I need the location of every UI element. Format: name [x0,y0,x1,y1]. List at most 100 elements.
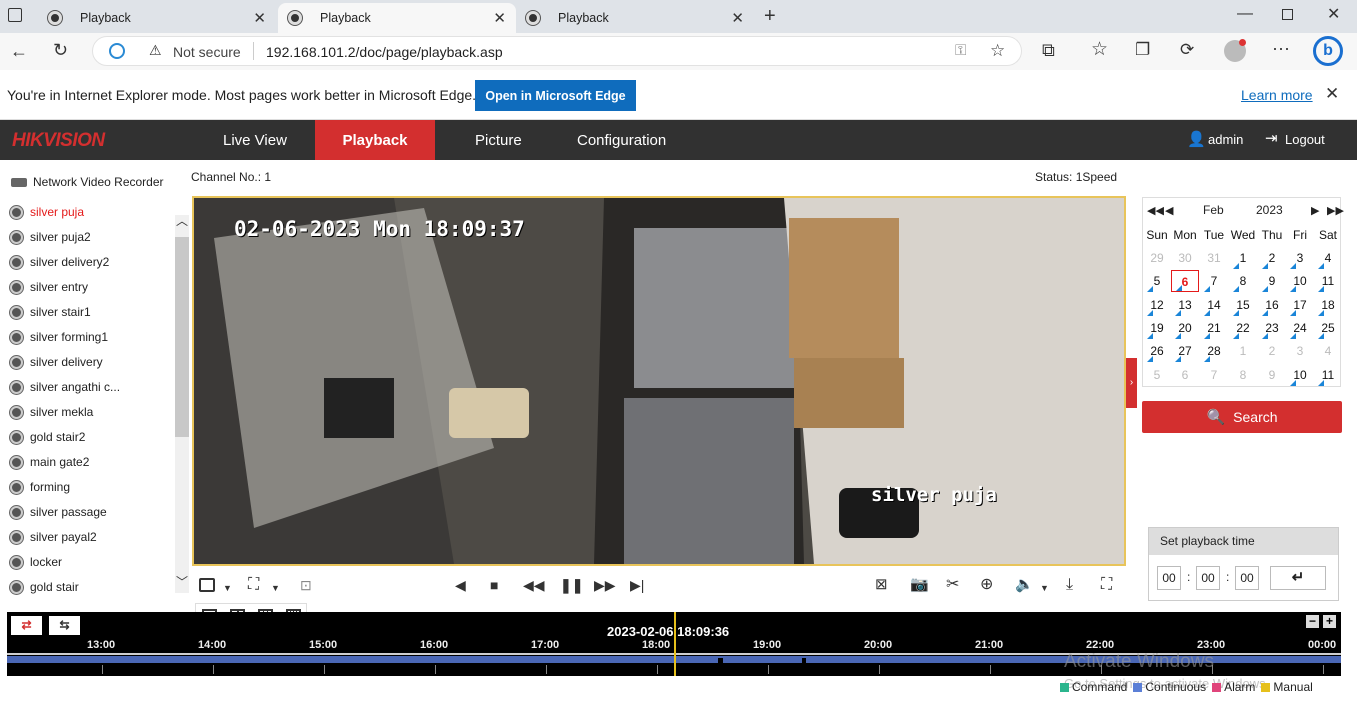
clip-icon[interactable]: ✂ [946,577,959,593]
favorites-icon[interactable]: ☆ [1091,40,1108,59]
camera-item[interactable]: silver angathi c... [10,376,120,398]
slow-down-icon[interactable]: ◀◀ [523,577,545,593]
calendar-day[interactable]: 1 [1229,247,1257,269]
calendar-day[interactable]: 12 [1143,294,1171,316]
single-frame-icon[interactable]: ▶| [630,577,644,593]
calendar-day[interactable]: 27 [1171,340,1199,363]
calendar-day[interactable]: 7 [1200,364,1228,386]
calendar-day[interactable]: 15 [1229,294,1257,316]
video-frame[interactable]: 02-06-2023 Mon 18:09:37 silver puja [192,196,1126,566]
scroll-down-icon[interactable]: ﹀ [176,576,188,588]
pause-icon[interactable]: ❚❚ [560,577,583,593]
calendar-day[interactable]: 1 [1229,340,1257,362]
calendar-day[interactable]: 20 [1171,317,1199,339]
nav-picture[interactable]: Picture [475,120,522,160]
username[interactable]: admin [1208,132,1243,147]
reverse-play-icon[interactable]: ◀ [455,577,466,593]
minute-input[interactable]: 00 [1196,566,1220,590]
camera-item[interactable]: silver delivery2 [10,251,109,273]
timeline-cursor[interactable] [674,612,676,676]
prev-month-icon[interactable]: ◀ [1165,204,1173,217]
calendar-day[interactable]: 21 [1200,317,1228,339]
logout-icon[interactable]: ⇥ [1265,131,1278,146]
calendar-day[interactable]: 31 [1200,247,1228,269]
capture-icon[interactable]: 📷 [910,577,929,593]
open-in-edge-button[interactable]: Open in Microsoft Edge [475,80,636,111]
camera-item[interactable]: gold stair [10,576,79,598]
camera-item[interactable]: silver passage [10,501,107,523]
next-month-icon[interactable]: ▶ [1311,204,1319,217]
url-box[interactable]: ⚠ Not secure 192.168.101.2/doc/page/play… [92,36,1022,66]
learn-more-link[interactable]: Learn more [1241,87,1313,103]
favorite-add-icon[interactable]: ☆ [990,42,1005,59]
close-window-icon[interactable]: ✕ [1327,7,1340,23]
search-button[interactable]: 🔍 Search [1142,401,1342,433]
calendar-day[interactable]: 25 [1314,317,1342,339]
stop-all-icon[interactable]: ⊠ [875,577,888,593]
full-screen-icon[interactable]: ⛶ [1101,577,1112,593]
browser-tab-2[interactable]: Playback ✕ [278,3,516,33]
security-label[interactable]: Not secure [173,44,241,60]
calendar-day[interactable]: 11 [1314,364,1342,386]
audio-icon[interactable]: 🔈 [1015,577,1034,593]
calendar-day[interactable]: 17 [1286,294,1314,316]
go-to-time-button[interactable]: ↵ [1270,566,1326,590]
calendar-day[interactable]: 6 [1171,364,1199,386]
close-tab-icon[interactable]: ✕ [253,9,266,27]
calendar-day[interactable]: 13 [1171,294,1199,316]
hour-input[interactable]: 00 [1157,566,1181,590]
calendar-day[interactable]: 7 [1200,270,1228,293]
url-text[interactable]: 192.168.101.2/doc/page/playback.asp [266,44,503,60]
fullscreen-window-icon[interactable]: ⛶ [248,577,259,593]
camera-item[interactable]: forming [10,476,70,498]
audio-dropdown-icon[interactable]: ▼ [1040,580,1049,596]
second-input[interactable]: 00 [1235,566,1259,590]
stop-icon[interactable]: ■ [490,577,498,593]
scrollbar-thumb[interactable] [175,237,189,437]
calendar-day[interactable]: 9 [1258,270,1286,293]
camera-settings-icon[interactable]: ⊡ [300,577,312,593]
calendar-day[interactable]: 11 [1314,270,1342,293]
camera-item[interactable]: gold stair2 [10,426,85,448]
camera-item[interactable]: silver entry [10,276,88,298]
calendar-day[interactable]: 14 [1200,294,1228,316]
calendar-day[interactable]: 8 [1229,270,1257,293]
camera-item[interactable]: silver mekla [10,401,93,423]
prev-year-icon[interactable]: ◀◀ [1147,204,1164,217]
calendar-day[interactable]: 9 [1258,364,1286,386]
window-layout-icon[interactable] [199,578,215,592]
refresh-icon[interactable]: ↻ [53,41,68,59]
restore-icon[interactable] [1282,9,1293,20]
close-bar-icon[interactable]: ✕ [1325,85,1339,102]
calendar-day[interactable]: 3 [1286,247,1314,269]
more-menu-icon[interactable]: ··· [1272,39,1290,57]
camera-item[interactable]: main gate2 [10,451,89,473]
nav-playback[interactable]: Playback [315,120,435,160]
calendar-day[interactable]: 29 [1143,247,1171,269]
back-icon[interactable]: ← [10,42,28,60]
ie-mode-icon[interactable] [109,43,125,59]
zoom-in-icon[interactable]: + [1323,615,1336,628]
calendar-day[interactable]: 10 [1286,364,1314,386]
window-size-dropdown-icon[interactable]: ▼ [271,580,280,596]
calendar-day[interactable]: 23 [1258,317,1286,339]
scroll-up-icon[interactable]: ︿ [176,215,188,227]
calendar-day[interactable]: 4 [1314,247,1342,269]
tab-actions-icon[interactable] [8,8,22,22]
camera-item[interactable]: silver stair1 [10,301,91,323]
timeline-filter-icon[interactable]: ⇄ [11,616,42,635]
nav-configuration[interactable]: Configuration [577,120,666,160]
camera-item[interactable]: silver payal2 [10,526,97,548]
bing-icon[interactable]: b [1313,36,1343,66]
expand-panel-tab[interactable]: › [1126,358,1137,408]
timeline-adjust-icon[interactable]: ⇆ [49,616,80,635]
calendar-year[interactable]: 2023 [1256,203,1283,217]
calendar-day[interactable]: 8 [1229,364,1257,386]
calendar-day[interactable]: 10 [1286,270,1314,293]
key-icon[interactable]: ⚿ [955,43,966,58]
download-icon[interactable]: ⤓ [1066,577,1073,593]
camera-item[interactable]: silver puja2 [10,226,91,248]
collections-icon[interactable]: ❐ [1135,41,1150,58]
calendar-day[interactable]: 22 [1229,317,1257,339]
zoom-out-icon[interactable]: − [1306,615,1319,628]
